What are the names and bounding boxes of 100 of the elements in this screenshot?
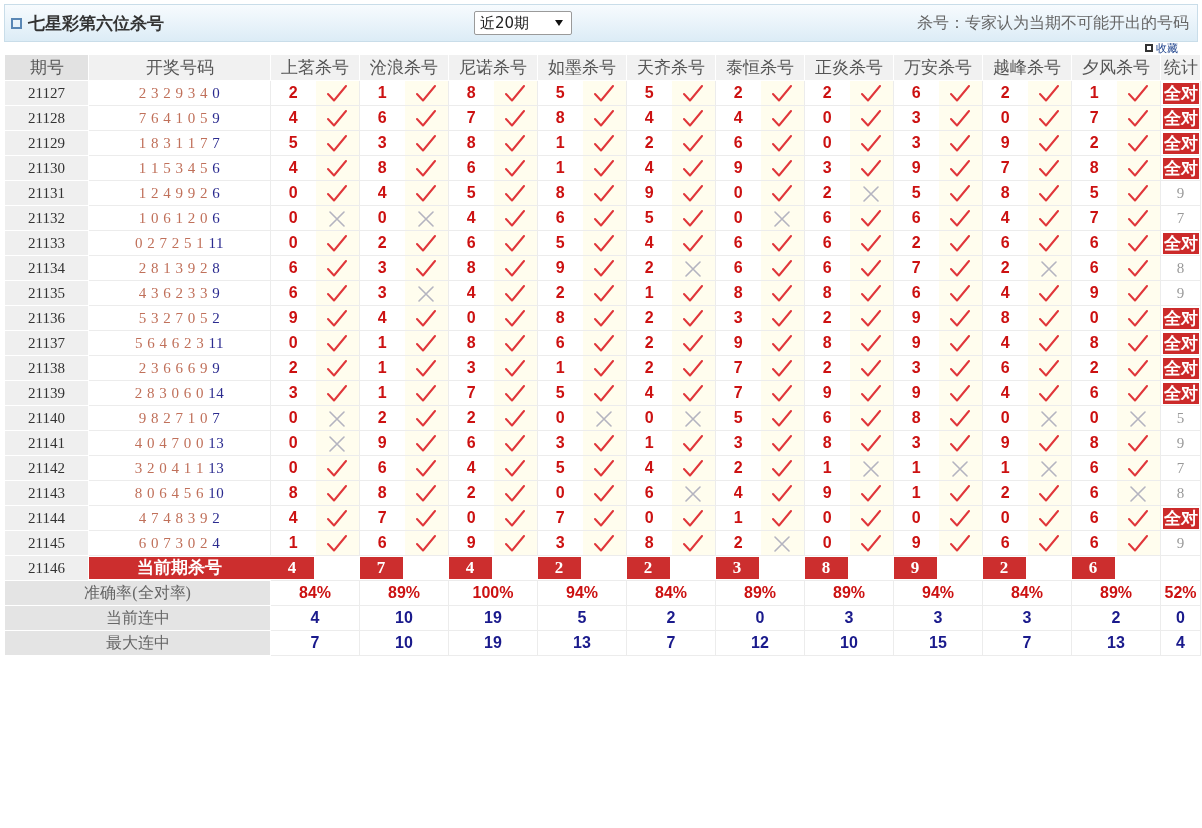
period-select[interactable]: 近20期	[474, 11, 572, 35]
hit-count: 9	[1160, 530, 1201, 556]
streak-value: 4	[270, 605, 360, 631]
streak-value: 19	[448, 605, 538, 631]
issue-number: 21135	[4, 280, 89, 306]
draw-numbers: 1 8 3 1 1 7 7	[88, 130, 271, 156]
draw-numbers: 2 3 6 6 6 9 9	[88, 355, 271, 381]
draw-numbers: 6 0 7 3 0 2 4	[88, 530, 271, 556]
issue-number: 21144	[4, 505, 89, 531]
issue-number: 21137	[4, 330, 89, 356]
accuracy-value: 84%	[626, 580, 716, 606]
draw-numbers: 0 2 7 2 5 1 11	[88, 230, 271, 256]
streak-value: 12	[715, 630, 805, 656]
accuracy-value: 100%	[448, 580, 538, 606]
draw-numbers: 7 6 4 1 0 5 9	[88, 105, 271, 131]
issue-number: 21133	[4, 230, 89, 256]
summary-label: 准确率(全对率)	[4, 580, 271, 606]
streak-value: 5	[537, 605, 627, 631]
hit-count: 8	[1160, 255, 1201, 281]
hit-count: 5	[1160, 405, 1201, 431]
square-icon	[11, 17, 22, 29]
caret-icon	[555, 20, 563, 26]
draw-numbers: 1 1 5 3 4 5 6	[88, 155, 271, 181]
issue-number: 21141	[4, 430, 89, 456]
issue-number: 21132	[4, 205, 89, 231]
streak-value: 2	[1071, 605, 1161, 631]
column-header: 统计	[1160, 54, 1201, 81]
draw-numbers: 4 3 6 2 3 3 9	[88, 280, 271, 306]
issue-number: 21131	[4, 180, 89, 206]
hit-count: 7	[1160, 455, 1201, 481]
streak-value: 4	[1160, 630, 1201, 656]
issue-number: 21143	[4, 480, 89, 506]
hit-count: 9	[1160, 180, 1201, 206]
current-kill-number: 7	[359, 557, 403, 579]
issue-number: 21142	[4, 455, 89, 481]
all-correct-badge: 全对	[1162, 157, 1199, 179]
issue-number: 21139	[4, 380, 89, 406]
draw-numbers: 1 2 4 9 9 2 6	[88, 180, 271, 206]
column-header: 尼诺杀号	[448, 54, 538, 81]
streak-value: 10	[359, 630, 449, 656]
draw-numbers: 2 8 1 3 9 2 8	[88, 255, 271, 281]
draw-numbers: 5 6 4 6 2 3 11	[88, 330, 271, 356]
column-header: 沧浪杀号	[359, 54, 449, 81]
issue-number: 21146	[4, 555, 89, 581]
column-header: 上茗杀号	[270, 54, 360, 81]
issue-number: 21130	[4, 155, 89, 181]
issue-number: 21138	[4, 355, 89, 381]
accuracy-value: 89%	[1071, 580, 1161, 606]
streak-value: 10	[359, 605, 449, 631]
accuracy-value: 84%	[982, 580, 1072, 606]
all-correct-badge: 全对	[1162, 107, 1199, 129]
current-kill-number: 8	[804, 557, 848, 579]
accuracy-value: 94%	[893, 580, 983, 606]
current-kill-label: 当前期杀号	[89, 557, 271, 579]
streak-value: 7	[982, 630, 1072, 656]
all-correct-badge: 全对	[1162, 382, 1199, 404]
square-icon	[1145, 44, 1153, 52]
streak-value: 13	[1071, 630, 1161, 656]
accuracy-value: 52%	[1160, 580, 1201, 606]
accuracy-value: 94%	[537, 580, 627, 606]
column-header: 夕风杀号	[1071, 54, 1161, 81]
all-correct-badge: 全对	[1162, 82, 1199, 104]
panel-title: 七星彩第六位杀号	[28, 12, 165, 35]
all-correct-badge: 全对	[1162, 507, 1199, 529]
column-header: 期号	[4, 54, 89, 81]
column-header: 正炎杀号	[804, 54, 894, 81]
current-kill-number: 4	[270, 557, 314, 579]
draw-numbers: 3 2 0 4 1 1 13	[88, 455, 271, 481]
issue-number: 21128	[4, 105, 89, 131]
current-kill-number: 2	[982, 557, 1026, 579]
column-header: 越峰杀号	[982, 54, 1072, 81]
streak-value: 15	[893, 630, 983, 656]
streak-value: 3	[982, 605, 1072, 631]
streak-value: 10	[804, 630, 894, 656]
streak-value: 19	[448, 630, 538, 656]
current-kill-number: 3	[715, 557, 759, 579]
issue-number: 21129	[4, 130, 89, 156]
streak-value: 3	[893, 605, 983, 631]
summary-label: 当前连中	[4, 605, 271, 631]
all-correct-badge: 全对	[1162, 332, 1199, 354]
issue-number: 21134	[4, 255, 89, 281]
all-correct-badge: 全对	[1162, 307, 1199, 329]
issue-number: 21136	[4, 305, 89, 331]
current-kill-number: 4	[448, 557, 492, 579]
streak-value: 0	[715, 605, 805, 631]
hit-count: 9	[1160, 280, 1201, 306]
streak-value: 13	[537, 630, 627, 656]
accuracy-value: 84%	[270, 580, 360, 606]
hit-count: 7	[1160, 205, 1201, 231]
issue-number: 21127	[4, 80, 89, 106]
all-correct-badge: 全对	[1162, 232, 1199, 254]
accuracy-value: 89%	[715, 580, 805, 606]
hit-count: 9	[1160, 430, 1201, 456]
column-header: 万安杀号	[893, 54, 983, 81]
draw-numbers: 4 7 4 8 3 9 2	[88, 505, 271, 531]
favorite-link[interactable]: 收藏	[1156, 42, 1178, 54]
draw-numbers: 2 8 3 0 6 0 14	[88, 380, 271, 406]
draw-numbers: 2 3 2 9 3 4 0	[88, 80, 271, 106]
column-header: 开奖号码	[88, 54, 271, 81]
current-kill-number: 9	[893, 557, 937, 579]
